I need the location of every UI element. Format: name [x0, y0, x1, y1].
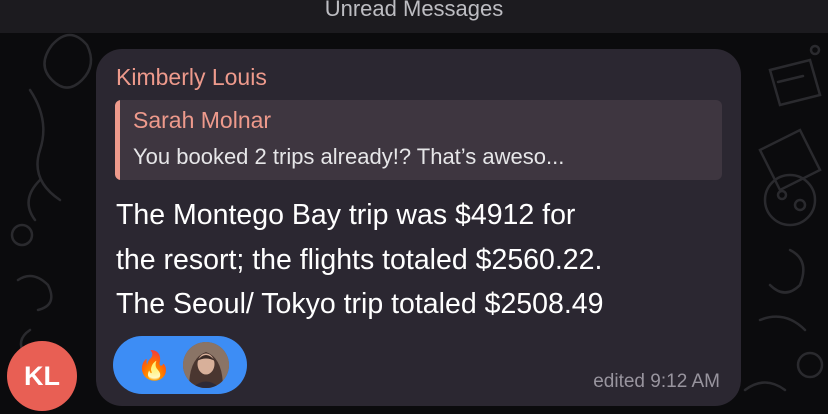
unread-messages-divider: Unread Messages	[0, 0, 828, 33]
avatar-initials: KL	[24, 361, 60, 391]
reply-preview-text: You booked 2 trips already!? That’s awes…	[133, 144, 565, 169]
message-line: The Montego Bay trip was $4912 for	[116, 199, 576, 231]
reply-accent-bar	[115, 100, 120, 180]
message-status: edited 9:12 AM	[593, 371, 720, 392]
sender-name[interactable]: Kimberly Louis	[116, 64, 267, 91]
reaction-chip[interactable]: 🔥	[113, 336, 247, 394]
reply-quote[interactable]: Sarah Molnar You booked 2 trips already!…	[115, 100, 722, 180]
unread-messages-label: Unread Messages	[324, 0, 504, 21]
sender-avatar[interactable]: KL	[7, 341, 77, 411]
fire-emoji-icon: 🔥	[136, 350, 172, 381]
message-line: the resort; the flights totaled $2560.22…	[116, 243, 603, 276]
reactor-avatar	[183, 342, 229, 388]
reply-author: Sarah Molnar	[133, 107, 272, 133]
message-text: The Montego Bay trip was $4912 for the r…	[116, 193, 731, 327]
message-bubble[interactable]: Kimberly Louis Sarah Molnar You booked 2…	[96, 49, 741, 406]
message-line: The Seoul/ Tokyo trip totaled $2508.49	[116, 288, 604, 320]
